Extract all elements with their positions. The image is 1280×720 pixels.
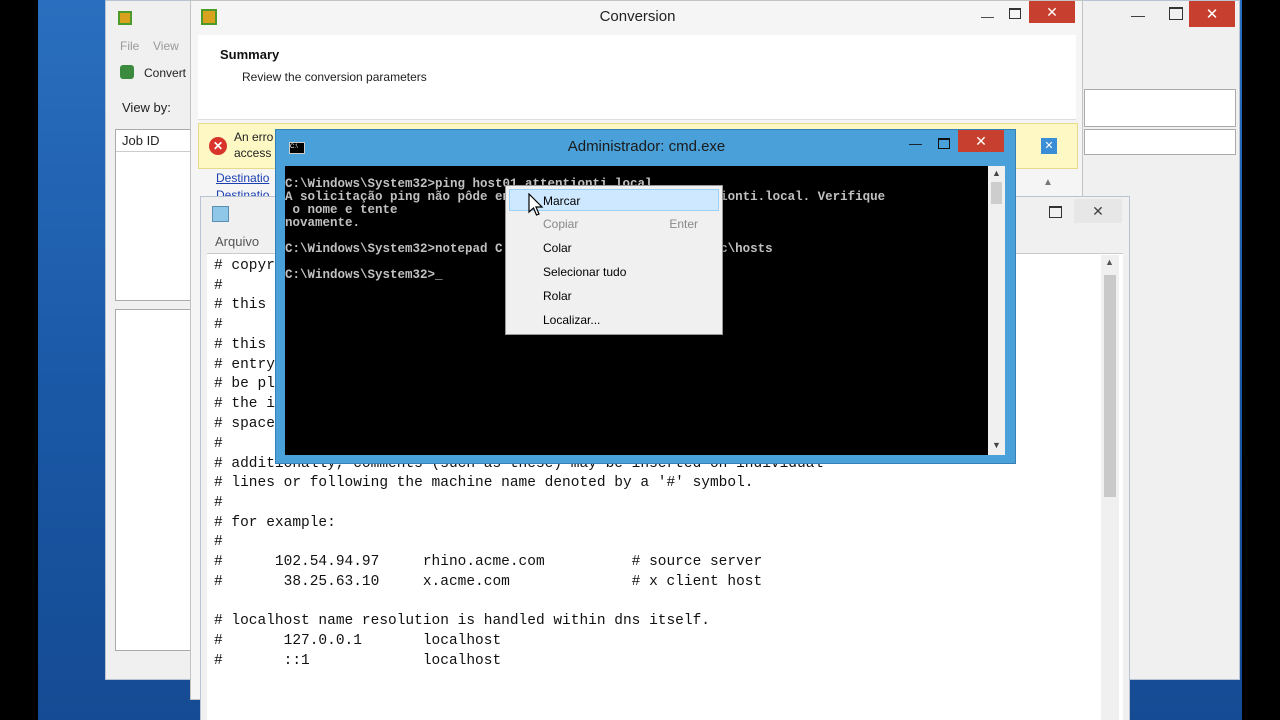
job-list[interactable]: Job ID (115, 129, 197, 301)
notepad-app-icon (212, 206, 229, 222)
convert-icon (120, 65, 134, 79)
back-minimize-button[interactable]: — (1131, 7, 1151, 23)
menu-item-label: Selecionar tudo (543, 265, 627, 279)
view-by-label: View by: (122, 100, 171, 115)
cmd-scroll-down[interactable]: ▼ (992, 440, 1001, 450)
cmd-title: Administrador: cmd.exe (567, 138, 726, 155)
menu-item-label: Localizar... (543, 313, 601, 327)
mouse-cursor-icon (528, 193, 544, 216)
cmd-minimize-button[interactable]: — (909, 136, 922, 151)
hosts-line: # for example: (214, 515, 336, 531)
hosts-line: # (214, 495, 223, 511)
screen: File View Convert View by: Job ID — ✕ Co… (0, 0, 1280, 720)
error-icon: ✕ (209, 137, 227, 155)
destination-link-1[interactable]: Destinatio (216, 171, 269, 185)
cmd-scroll-up[interactable]: ▲ (992, 168, 1001, 178)
hosts-line: # (214, 436, 223, 452)
conversion-title: Conversion (599, 8, 676, 25)
menu-item-shortcut: Enter (669, 217, 698, 231)
menu-item-selecionar-tudo[interactable]: Selecionar tudo (506, 261, 720, 283)
notepad-close-button[interactable]: ✕ (1074, 199, 1122, 223)
hosts-line: # localhost name resolution is handled w… (214, 613, 710, 629)
back-app-icon (118, 11, 132, 25)
conversion-maximize-button[interactable] (1009, 8, 1021, 19)
hosts-line: # (214, 534, 223, 550)
error-text-line2: access (234, 146, 272, 160)
hosts-line: # ::1 localhost (214, 653, 502, 669)
notepad-maximize-button[interactable] (1049, 206, 1062, 218)
menu-item-rolar[interactable]: Rolar (506, 285, 720, 307)
hosts-line: # this (214, 297, 267, 313)
menu-item-label: Rolar (543, 289, 572, 303)
back-maximize-button[interactable] (1169, 7, 1183, 20)
view-by-select[interactable] (1084, 89, 1236, 127)
notepad-scrollbar[interactable]: ▲ (1101, 255, 1119, 720)
menu-item-colar[interactable]: Colar (506, 237, 720, 259)
hosts-line: # 38.25.63.10 x.acme.com # x client host (214, 574, 763, 590)
detail-pane (115, 309, 197, 651)
summary-heading: Summary (220, 47, 280, 62)
summary-header: Summary Review the conversion parameters (198, 35, 1076, 120)
hosts-line: # entry (214, 357, 275, 373)
letterbox-right (1242, 0, 1280, 720)
cmd-scrollbar[interactable]: ▲ ▼ (988, 166, 1005, 455)
hosts-line: # space (214, 416, 275, 432)
hosts-line: # be pl (214, 376, 275, 392)
banner-close-icon[interactable]: ✕ (1041, 138, 1057, 154)
hosts-line: # copyr (214, 258, 275, 274)
column-header-right (1084, 129, 1236, 155)
hosts-line: # (214, 317, 223, 333)
column-job-id[interactable]: Job ID (116, 130, 196, 152)
letterbox-left (0, 0, 38, 720)
back-close-button[interactable]: ✕ (1189, 1, 1235, 27)
hosts-line: # 102.54.94.97 rhino.acme.com # source s… (214, 554, 763, 570)
error-text-line1: An erro (234, 130, 274, 144)
menu-item-label: Marcar (543, 194, 581, 208)
hosts-line: # (214, 278, 223, 294)
menu-item-label: Copiar (543, 217, 579, 231)
menu-item-label: Colar (543, 241, 572, 255)
menu-item-localizar[interactable]: Localizar... (506, 309, 720, 331)
cmd-maximize-button[interactable] (938, 138, 950, 149)
conversion-minimize-button[interactable]: — (981, 9, 994, 24)
cmd-output-line: novamente. (285, 216, 361, 230)
hosts-line: # lines or following the machine name de… (214, 475, 754, 491)
convert-button[interactable]: Convert (144, 66, 186, 80)
cmd-scroll-thumb[interactable] (991, 182, 1002, 204)
conversion-scroll-up[interactable]: ▲ (1043, 177, 1053, 191)
summary-subtitle: Review the conversion parameters (242, 70, 427, 84)
conversion-close-button[interactable]: ✕ (1029, 1, 1075, 23)
cmd-prompt-line: C:\Windows\System32>_ (285, 268, 443, 282)
notepad-scroll-thumb[interactable] (1104, 275, 1116, 497)
notepad-scroll-up[interactable]: ▲ (1105, 257, 1114, 267)
hosts-line: # this (214, 337, 267, 353)
hosts-line: # 127.0.0.1 localhost (214, 633, 502, 649)
notepad-menu-file[interactable]: Arquivo (215, 234, 259, 249)
cmd-close-button[interactable]: ✕ (958, 130, 1004, 152)
hosts-line: # the i (214, 396, 275, 412)
menu-file[interactable]: File (120, 39, 139, 53)
menu-view[interactable]: View (153, 39, 179, 53)
